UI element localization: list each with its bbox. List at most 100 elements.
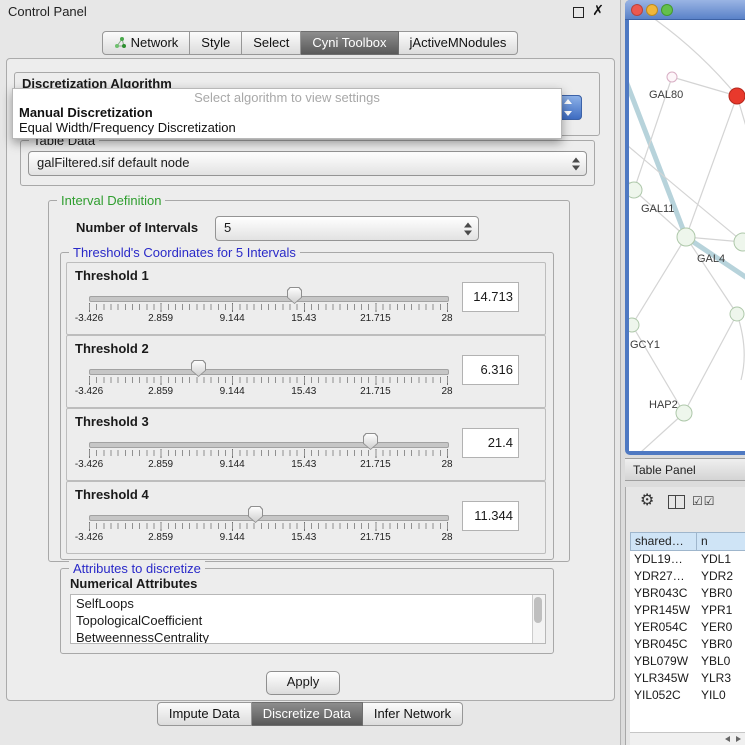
tab-label: jActiveMNodules bbox=[410, 35, 507, 51]
network-window-titlebar[interactable] bbox=[625, 0, 745, 20]
float-window-icon[interactable] bbox=[573, 7, 584, 18]
cell[interactable]: YIL0 bbox=[697, 687, 745, 704]
list-item[interactable]: SelfLoops bbox=[71, 595, 545, 612]
number-of-intervals-combobox[interactable]: 5 bbox=[215, 216, 479, 241]
cell[interactable]: YPR145W bbox=[630, 602, 697, 619]
cell[interactable]: YER0 bbox=[697, 619, 745, 636]
threshold-3-slider-track[interactable] bbox=[89, 442, 449, 448]
tab-jactivemnodules[interactable]: jActiveMNodules bbox=[399, 31, 519, 55]
table-row[interactable]: YPR145WYPR1 bbox=[630, 602, 745, 619]
tab-cyni-toolbox[interactable]: Cyni Toolbox bbox=[301, 31, 398, 55]
columns-icon[interactable] bbox=[668, 495, 685, 509]
tab-select[interactable]: Select bbox=[242, 31, 301, 55]
table-row[interactable]: YIL052CYIL0 bbox=[630, 687, 745, 704]
tick-label: 21.715 bbox=[360, 459, 391, 470]
tab-discretize-data[interactable]: Discretize Data bbox=[252, 702, 363, 726]
tab-label: Style bbox=[201, 35, 230, 51]
tab-label: Discretize Data bbox=[263, 706, 351, 722]
tab-impute-data[interactable]: Impute Data bbox=[157, 702, 252, 726]
tick-label: 2.859 bbox=[148, 386, 173, 397]
threshold-1-value-field[interactable]: 14.713 bbox=[462, 282, 519, 312]
node-gal11[interactable] bbox=[629, 182, 642, 198]
dropdown-item-equal-width-frequency[interactable]: Equal Width/Frequency Discretization bbox=[13, 120, 561, 135]
node-gcy1[interactable] bbox=[629, 318, 639, 332]
column-header-shared-name[interactable]: shared… bbox=[630, 532, 697, 551]
cell[interactable]: YDL1 bbox=[697, 551, 745, 568]
cell[interactable]: YBL0 bbox=[697, 653, 745, 670]
table-row[interactable]: YBL079WYBL0 bbox=[630, 653, 745, 670]
close-traffic-light[interactable] bbox=[631, 4, 643, 16]
tab-label: Impute Data bbox=[169, 706, 240, 722]
numerical-attributes-label: Numerical Attributes bbox=[70, 576, 197, 591]
gear-icon[interactable]: ⚙ bbox=[640, 490, 654, 509]
threshold-2-value-field[interactable]: 6.316 bbox=[462, 355, 519, 385]
number-of-intervals-value: 5 bbox=[224, 217, 231, 240]
table-row[interactable]: YBR043CYBR0 bbox=[630, 585, 745, 602]
threshold-2-slider-track[interactable] bbox=[89, 369, 449, 375]
node-gal4[interactable] bbox=[677, 228, 695, 246]
table-row[interactable]: YLR345WYLR3 bbox=[630, 670, 745, 687]
dropdown-item-manual-discretization[interactable]: Manual Discretization bbox=[13, 105, 561, 120]
node-hap2[interactable] bbox=[676, 405, 692, 421]
node-label: HAP2 bbox=[649, 399, 678, 411]
cell[interactable]: YDL19… bbox=[630, 551, 697, 568]
cell[interactable]: YLR3 bbox=[697, 670, 745, 687]
threshold-2-label: Threshold 2 bbox=[75, 341, 149, 356]
table-row[interactable]: YDL19…YDL1 bbox=[630, 551, 745, 568]
control-panel: Control Panel ✗ Network Style Select Cyn… bbox=[0, 0, 621, 745]
slider-minor-ticks bbox=[89, 304, 448, 310]
table-row[interactable]: YER054CYER0 bbox=[630, 619, 745, 636]
column-header-name[interactable]: n bbox=[697, 532, 745, 551]
cell[interactable]: YDR2 bbox=[697, 568, 745, 585]
slider-minor-ticks bbox=[89, 450, 448, 456]
interval-definition-title: Interval Definition bbox=[57, 193, 165, 208]
table-data-combobox[interactable]: galFiltered.sif default node bbox=[28, 151, 587, 176]
tab-label: Select bbox=[253, 35, 289, 51]
cell[interactable]: YBR0 bbox=[697, 636, 745, 653]
node[interactable] bbox=[667, 72, 677, 82]
table-panel-header[interactable]: Table Panel bbox=[625, 458, 745, 481]
zoom-traffic-light[interactable] bbox=[661, 4, 673, 16]
tab-network[interactable]: Network bbox=[102, 31, 191, 55]
list-scrollbar[interactable] bbox=[532, 595, 545, 643]
cell[interactable]: YLR345W bbox=[630, 670, 697, 687]
cell[interactable]: YIL052C bbox=[630, 687, 697, 704]
threshold-4-slider-track[interactable] bbox=[89, 515, 449, 521]
close-icon[interactable]: ✗ bbox=[592, 3, 604, 19]
scrollbar-thumb[interactable] bbox=[534, 597, 542, 623]
threshold-coordinates-title: Threshold's Coordinates for 5 Intervals bbox=[69, 245, 300, 260]
tick-label: 15.43 bbox=[291, 459, 316, 470]
threshold-3-value-field[interactable]: 21.4 bbox=[462, 428, 519, 458]
checkbox-filter-icons[interactable]: ☑☑ bbox=[692, 494, 716, 508]
apply-button[interactable]: Apply bbox=[266, 671, 340, 695]
table-row[interactable]: YDR27…YDR2 bbox=[630, 568, 745, 585]
node[interactable] bbox=[730, 307, 744, 321]
list-item[interactable]: TopologicalCoefficient bbox=[71, 612, 545, 629]
tick-label: -3.426 bbox=[75, 532, 103, 543]
network-canvas[interactable]: GAL80 GAL11 GAL4 GCY1 HAP2 bbox=[629, 20, 745, 451]
tab-style[interactable]: Style bbox=[190, 31, 242, 55]
threshold-1-slider-track[interactable] bbox=[89, 296, 449, 302]
cell[interactable]: YDR27… bbox=[630, 568, 697, 585]
minimize-traffic-light[interactable] bbox=[646, 4, 658, 16]
cell[interactable]: YPR1 bbox=[697, 602, 745, 619]
selected-red-node[interactable] bbox=[729, 88, 745, 104]
threshold-4-value-field[interactable]: 11.344 bbox=[462, 501, 519, 531]
horizontal-scrollbar[interactable] bbox=[630, 732, 745, 745]
tick-label: 28 bbox=[441, 386, 452, 397]
cell[interactable]: YER054C bbox=[630, 619, 697, 636]
panel-title: Control Panel bbox=[8, 4, 87, 19]
cell[interactable]: YBR043C bbox=[630, 585, 697, 602]
network-view-window: GAL80 GAL11 GAL4 GCY1 HAP2 bbox=[625, 0, 745, 455]
slider-tick-labels: -3.426 2.859 9.144 15.43 21.715 28 bbox=[89, 459, 447, 471]
table-row[interactable]: YBR045CYBR0 bbox=[630, 636, 745, 653]
algorithm-dropdown-popup: Select algorithm to view settings Manual… bbox=[12, 88, 562, 139]
tab-infer-network[interactable]: Infer Network bbox=[363, 702, 463, 726]
cell[interactable]: YBR045C bbox=[630, 636, 697, 653]
cell[interactable]: YBR0 bbox=[697, 585, 745, 602]
cell[interactable]: YBL079W bbox=[630, 653, 697, 670]
number-of-intervals-label: Number of Intervals bbox=[76, 217, 198, 239]
dropdown-placeholder-item[interactable]: Select algorithm to view settings bbox=[13, 90, 561, 105]
tick-label: 9.144 bbox=[220, 386, 245, 397]
list-item[interactable]: BetweennessCentrality bbox=[71, 629, 545, 644]
